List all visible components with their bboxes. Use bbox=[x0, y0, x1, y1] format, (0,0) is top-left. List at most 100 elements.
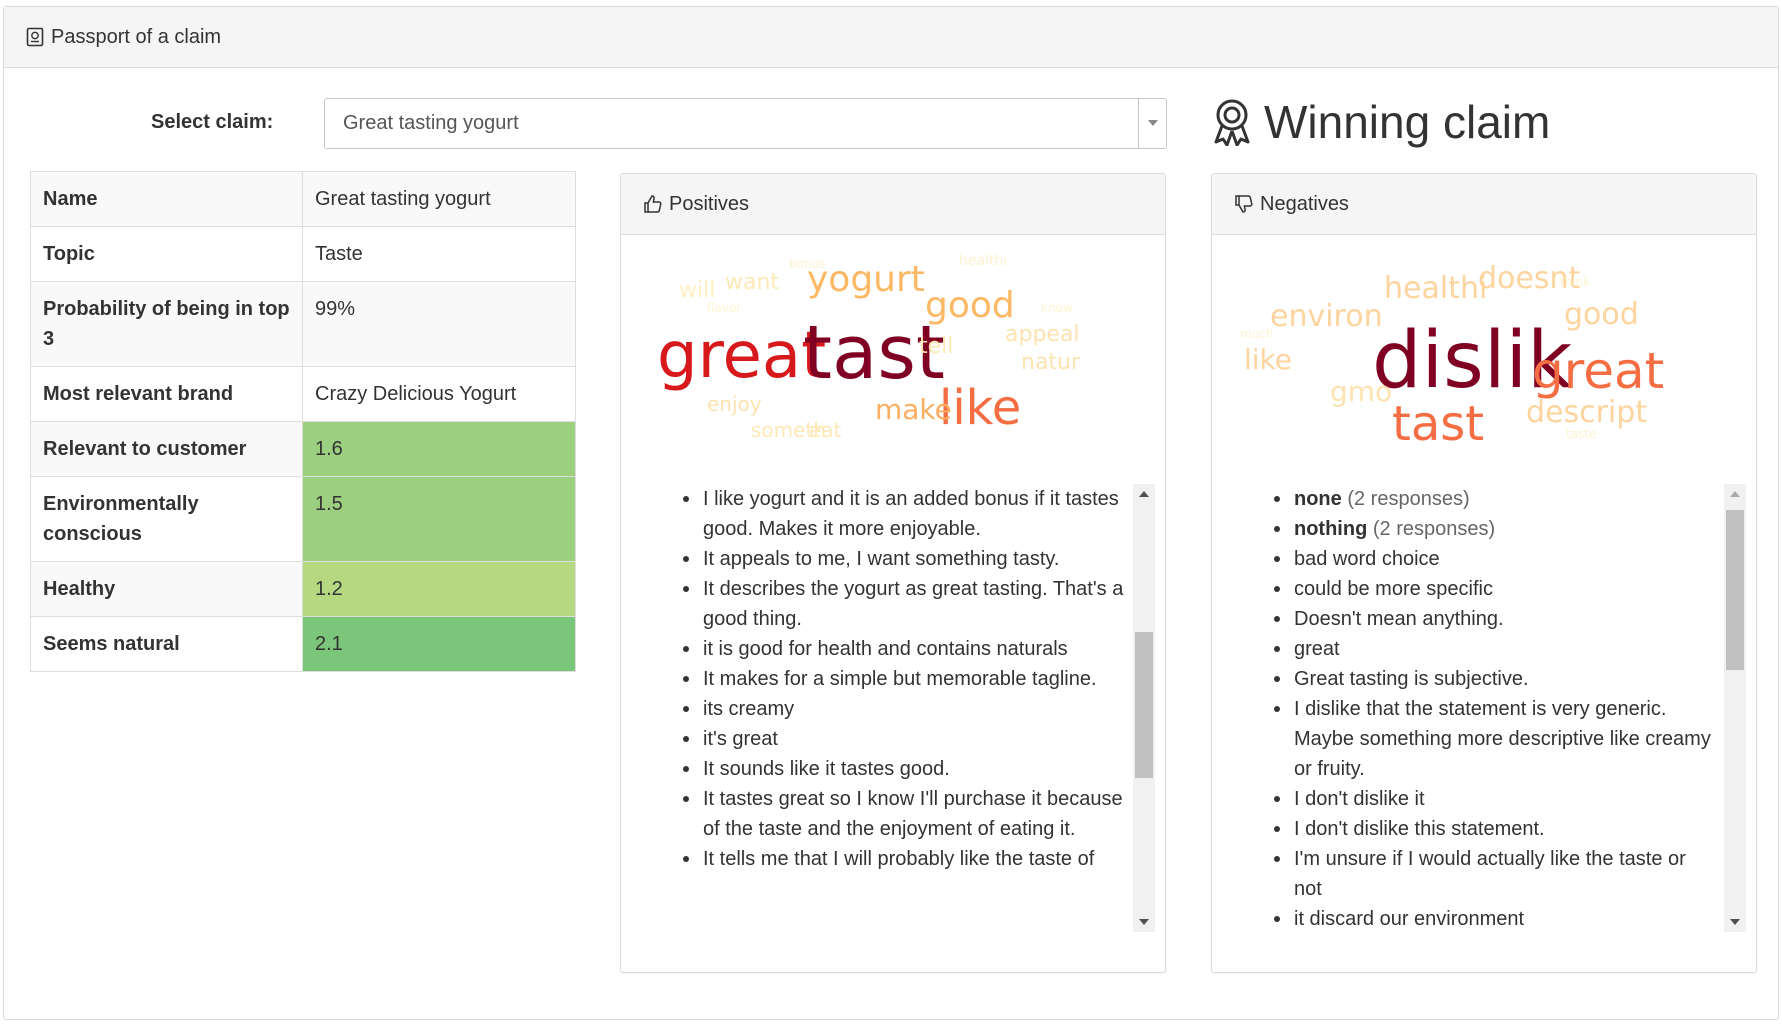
list-item: I'm unsure if I would actually like the … bbox=[1274, 844, 1715, 904]
info-row: Seems natural 2.1 bbox=[30, 616, 576, 672]
passport-panel: Passport of a claim Select claim: Great … bbox=[3, 6, 1779, 1020]
thumbs-down-icon bbox=[1235, 195, 1253, 213]
list-item: its creamy bbox=[683, 694, 1124, 724]
passport-header: Passport of a claim bbox=[4, 7, 1778, 68]
list-item: Doesn't mean anything. bbox=[1274, 604, 1715, 634]
cloud-word: great bbox=[1532, 342, 1665, 400]
negatives-list: none (2 responses) nothing (2 responses) b… bbox=[1268, 484, 1743, 932]
info-value: Crazy Delicious Yogurt bbox=[302, 366, 576, 422]
cloud-word: eat bbox=[809, 418, 842, 442]
info-row: Name Great tasting yogurt bbox=[30, 171, 576, 227]
cloud-word: taste bbox=[1566, 427, 1597, 441]
passport-title: Passport of a claim bbox=[51, 25, 222, 48]
positives-word-cloud: great tast like yogurt good make want will appea… bbox=[621, 236, 1165, 486]
positives-list: I like yogurt and it is an added bonus i… bbox=[677, 484, 1152, 874]
list-item: I don't dislike it bbox=[1274, 784, 1715, 814]
cloud-word: appeal bbox=[1005, 322, 1080, 347]
response-count: (2 responses) bbox=[1367, 518, 1496, 540]
info-key: Seems natural bbox=[30, 616, 303, 672]
info-row: Relevant to customer 1.6 bbox=[30, 421, 576, 477]
scroll-up-icon[interactable] bbox=[1133, 484, 1155, 504]
cloud-word: think bbox=[1560, 275, 1591, 289]
list-item: Great tasting is subjective. bbox=[1274, 664, 1715, 694]
winning-claim-heading: Winning claim bbox=[1212, 95, 1550, 149]
select-claim-label: Select claim: bbox=[151, 111, 274, 133]
thumbs-up-icon bbox=[644, 195, 662, 213]
list-item: It sounds like it tastes good. bbox=[683, 754, 1124, 784]
info-key: Healthy bbox=[30, 561, 303, 617]
info-key: Relevant to customer bbox=[30, 421, 303, 477]
info-value: 2.1 bbox=[302, 616, 576, 672]
claim-select[interactable]: Great tasting yogurt bbox=[324, 98, 1167, 149]
scroll-down-icon[interactable] bbox=[1133, 912, 1155, 932]
info-key: Most relevant brand bbox=[30, 366, 303, 422]
cloud-word: tast bbox=[1392, 396, 1485, 452]
cloud-word: like bbox=[1244, 343, 1293, 376]
negatives-scroll-thumb[interactable] bbox=[1726, 510, 1744, 670]
info-value: 99% bbox=[302, 281, 576, 367]
cloud-word: natur bbox=[1021, 350, 1081, 375]
claim-select-value: Great tasting yogurt bbox=[343, 112, 519, 134]
negatives-scrollbar[interactable] bbox=[1724, 484, 1746, 932]
list-item: none (2 responses) bbox=[1274, 484, 1715, 514]
negatives-header: Negatives bbox=[1212, 174, 1756, 235]
cloud-word: will bbox=[679, 278, 716, 303]
positives-list-container[interactable]: I like yogurt and it is an added bonus i… bbox=[677, 484, 1152, 932]
list-item: could be more specific bbox=[1274, 574, 1715, 604]
passport-icon bbox=[26, 27, 44, 47]
scroll-down-icon[interactable] bbox=[1724, 912, 1746, 932]
list-item: it is good for health and contains natur… bbox=[683, 634, 1124, 664]
info-key: Environmentally conscious bbox=[30, 476, 303, 562]
list-item: It tells me that I will probably like th… bbox=[683, 844, 1124, 874]
claim-info-table: Name Great tasting yogurt Topic Taste Probab… bbox=[30, 171, 576, 672]
info-value: Great tasting yogurt bbox=[302, 171, 576, 227]
cloud-word: healthi bbox=[959, 253, 1008, 269]
cloud-word: healthi bbox=[1384, 271, 1488, 306]
cloud-word: tell bbox=[919, 334, 954, 359]
negatives-word-cloud: dislik great tast healthi doesnt environ good l… bbox=[1212, 236, 1756, 486]
negatives-panel: Negatives dislik great tast healthi doesnt en… bbox=[1211, 173, 1757, 973]
info-row: Environmentally conscious 1.5 bbox=[30, 476, 576, 562]
cloud-word: good bbox=[1564, 297, 1639, 332]
cloud-word: great bbox=[657, 319, 827, 393]
cloud-word: gmo bbox=[1330, 375, 1393, 408]
info-key: Topic bbox=[30, 226, 303, 282]
scroll-up-icon[interactable] bbox=[1724, 484, 1746, 504]
cloud-word: bonus bbox=[789, 257, 826, 271]
info-row: Most relevant brand Crazy Delicious Yogur… bbox=[30, 366, 576, 422]
list-item: It tastes great so I know I'll purchase … bbox=[683, 784, 1124, 844]
info-key: Name bbox=[30, 171, 303, 227]
caret-down-icon bbox=[1147, 120, 1158, 126]
winning-claim-text: Winning claim bbox=[1264, 96, 1551, 148]
list-item: it's great bbox=[683, 724, 1124, 754]
response-count: (2 responses) bbox=[1341, 488, 1470, 510]
cloud-word: want bbox=[725, 270, 780, 295]
cloud-word: good bbox=[925, 285, 1015, 326]
list-item: great bbox=[1274, 634, 1715, 664]
claim-select-toggle[interactable] bbox=[1138, 99, 1166, 148]
positives-panel: Positives great tast like yogurt good make wan… bbox=[620, 173, 1166, 973]
positives-scrollbar[interactable] bbox=[1133, 484, 1155, 932]
info-value: 1.6 bbox=[302, 421, 576, 477]
list-item: It appeals to me, I want something tasty… bbox=[683, 544, 1124, 574]
info-row: Topic Taste bbox=[30, 226, 576, 282]
list-item: it discard our environment bbox=[1274, 904, 1715, 932]
list-item: It makes for a simple but memorable tagl… bbox=[683, 664, 1124, 694]
list-item: I dislike that the statement is very gen… bbox=[1274, 694, 1715, 784]
negatives-list-container[interactable]: none (2 responses) nothing (2 responses) b… bbox=[1268, 484, 1743, 932]
positives-header: Positives bbox=[621, 174, 1165, 235]
list-item: bad word choice bbox=[1274, 544, 1715, 574]
positives-scroll-thumb[interactable] bbox=[1135, 632, 1153, 778]
info-value: Taste bbox=[302, 226, 576, 282]
info-value: 1.5 bbox=[302, 476, 576, 562]
list-item: I don't dislike this statement. bbox=[1274, 814, 1715, 844]
cloud-word: enjoy bbox=[707, 392, 762, 416]
list-item: nothing (2 responses) bbox=[1274, 514, 1715, 544]
cloud-word: know bbox=[1041, 301, 1073, 315]
cloud-word: flavor bbox=[707, 301, 742, 315]
negatives-title: Negatives bbox=[1260, 192, 1349, 215]
info-key: Probability of being in top 3 bbox=[30, 281, 303, 367]
cloud-word: descript bbox=[1526, 395, 1648, 430]
positives-title: Positives bbox=[669, 192, 750, 215]
info-row: Healthy 1.2 bbox=[30, 561, 576, 617]
